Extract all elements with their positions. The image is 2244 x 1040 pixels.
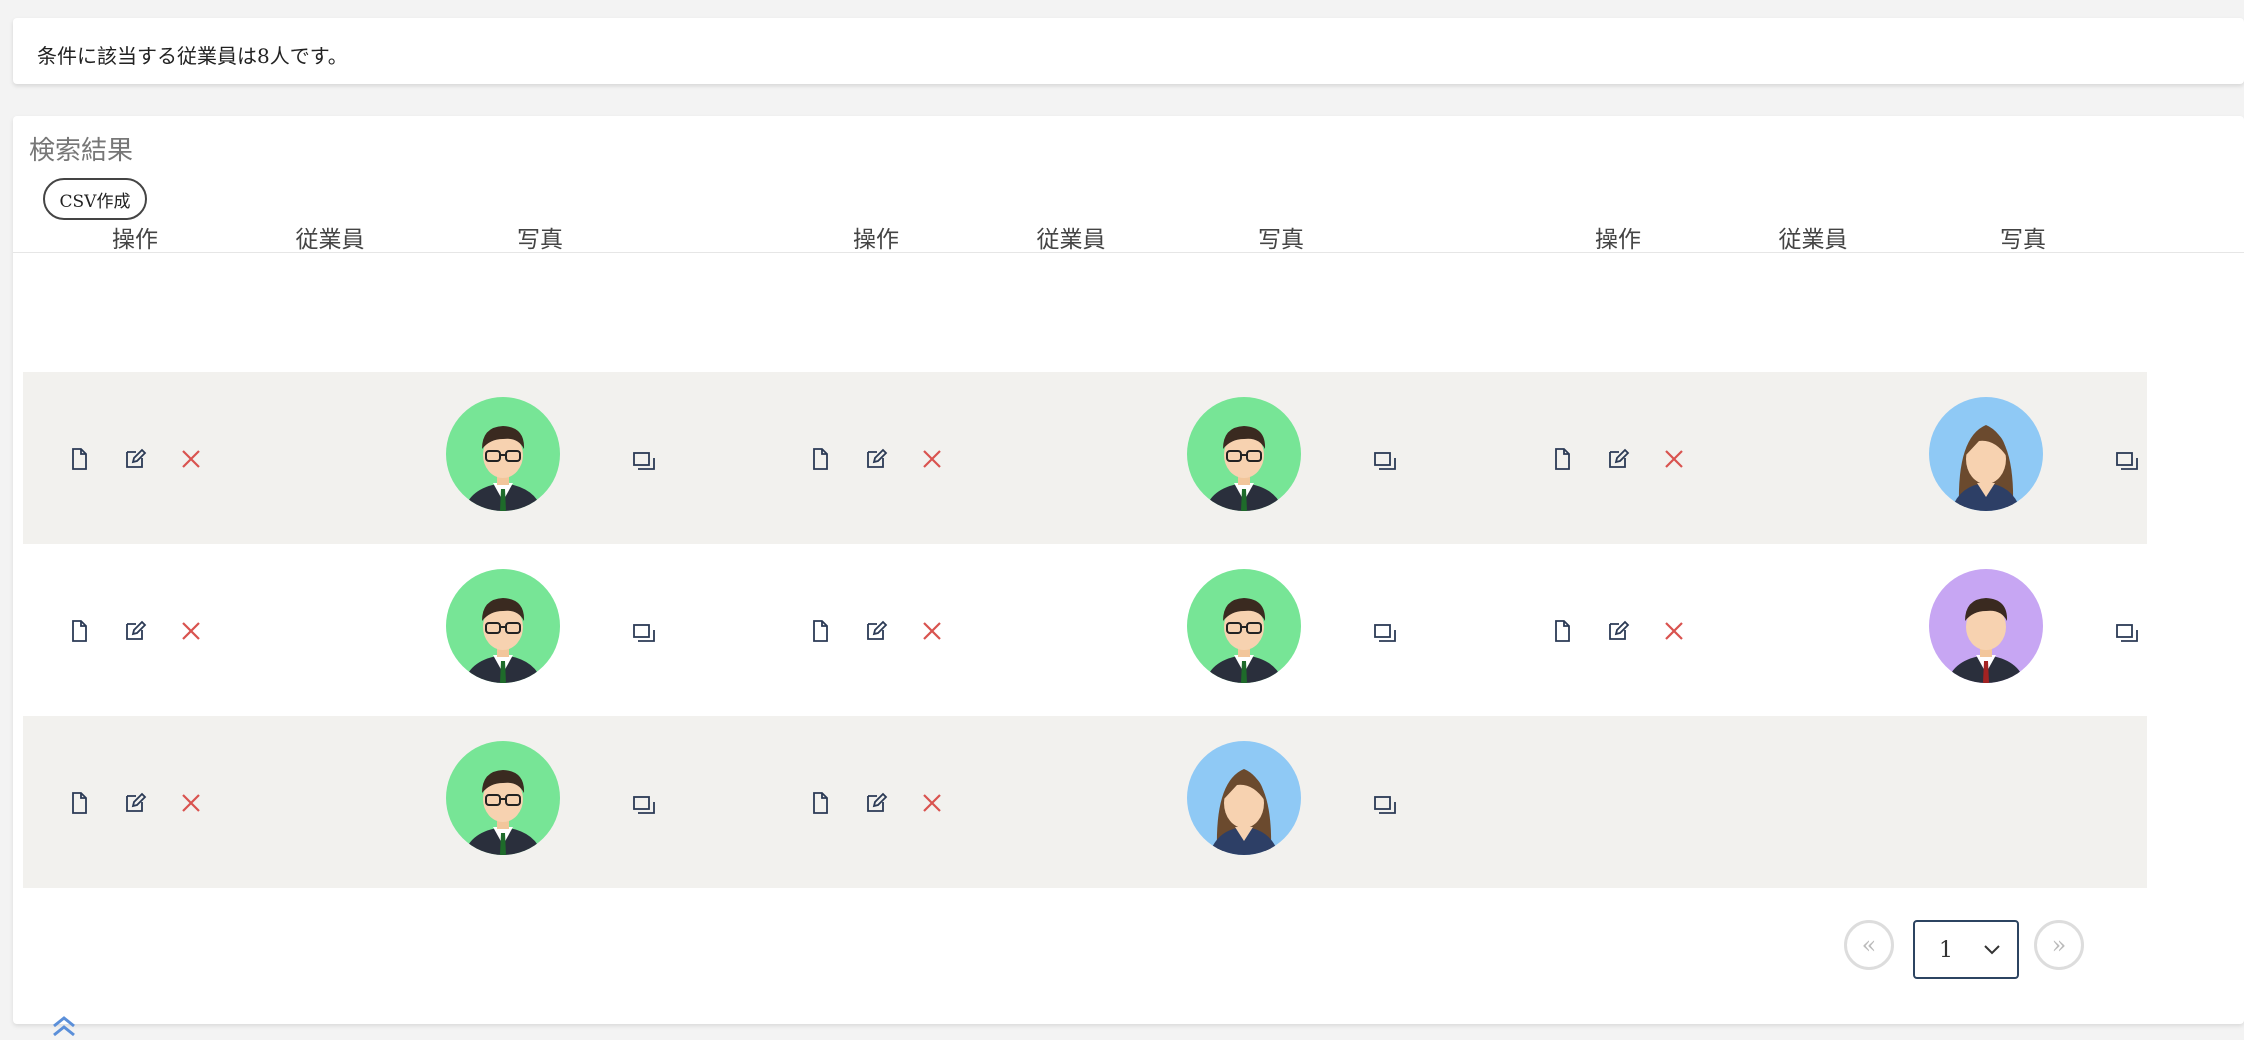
avatar	[1929, 569, 2043, 683]
edit-icon[interactable]	[1606, 447, 1630, 471]
edit-icon[interactable]	[123, 619, 147, 643]
result-count-message: 条件に該当する従業員は8人です。	[37, 44, 348, 68]
employee-cell: 時短 勤務0010アルバイト	[1518, 544, 2178, 716]
photo-gallery-icon[interactable]	[632, 794, 656, 816]
result-count-card: 条件に該当する従業員は8人です。	[13, 18, 2244, 84]
document-icon[interactable]	[67, 791, 91, 815]
employee-cell: 中部 太郎0005正規社員	[776, 544, 1436, 716]
column-header-photo: 写真	[1258, 227, 1304, 253]
employee-cell: 柔軟 勤務0004正規社員	[35, 544, 695, 716]
double-chevron-up-icon[interactable]	[50, 1014, 78, 1038]
employee-cell: 時給 花子0003アルバイト	[1518, 372, 2178, 544]
close-icon[interactable]	[179, 619, 203, 643]
close-icon[interactable]	[179, 791, 203, 815]
page-select-value: 1	[1939, 938, 1953, 963]
photo-gallery-icon[interactable]	[1373, 794, 1397, 816]
column-header-photo: 写真	[2000, 227, 2046, 253]
photo-gallery-icon[interactable]	[632, 622, 656, 644]
edit-icon[interactable]	[123, 447, 147, 471]
photo-gallery-icon[interactable]	[2115, 450, 2139, 472]
avatar	[446, 741, 560, 855]
document-icon[interactable]	[808, 447, 832, 471]
document-icon[interactable]	[1550, 447, 1574, 471]
csv-create-button[interactable]: CSV作成	[43, 178, 147, 220]
avatar	[446, 569, 560, 683]
edit-icon[interactable]	[864, 619, 888, 643]
document-icon[interactable]	[67, 619, 91, 643]
avatar	[1187, 397, 1301, 511]
edit-icon[interactable]	[1606, 619, 1630, 643]
document-icon[interactable]	[808, 619, 832, 643]
document-icon[interactable]	[808, 791, 832, 815]
avatar	[446, 397, 560, 511]
photo-gallery-icon[interactable]	[2115, 622, 2139, 644]
document-icon[interactable]	[67, 447, 91, 471]
close-icon[interactable]	[1662, 447, 1686, 471]
close-icon[interactable]	[920, 791, 944, 815]
column-header-operation: 操作	[1595, 227, 1641, 253]
column-header-photo: 写真	[517, 227, 563, 253]
document-icon[interactable]	[1550, 619, 1574, 643]
employee-cell: 変形 太郎HENKEI正規社員	[35, 716, 695, 888]
chevron-down-icon	[1984, 945, 2000, 955]
edit-icon[interactable]	[864, 447, 888, 471]
page-select[interactable]: 1	[1913, 920, 2019, 979]
prev-page-button[interactable]: «	[1844, 920, 1894, 970]
section-title: 検索結果	[29, 136, 134, 166]
close-icon[interactable]	[920, 447, 944, 471]
avatar	[1187, 569, 1301, 683]
edit-icon[interactable]	[864, 791, 888, 815]
close-icon[interactable]	[920, 619, 944, 643]
photo-gallery-icon[interactable]	[1373, 450, 1397, 472]
column-header-operation: 操作	[112, 227, 158, 253]
next-page-button[interactable]: »	[2034, 920, 2084, 970]
employee-cell: 勤怠 順太0002正規社員	[776, 372, 1436, 544]
employee-cell: Artemis店舗所属SANTEIアルバイト	[776, 716, 1436, 888]
close-icon[interactable]	[1662, 619, 1686, 643]
double-chevron-right-icon: »	[2051, 931, 2067, 959]
column-header-employee: 従業員	[1036, 227, 1106, 253]
column-header-employee: 従業員	[1778, 227, 1848, 253]
avatar	[1187, 741, 1301, 855]
photo-gallery-icon[interactable]	[1373, 622, 1397, 644]
double-chevron-left-icon: «	[1861, 931, 1877, 959]
column-header-employee: 従業員	[295, 227, 365, 253]
employee-cell: 勤怠 太郎0001役員	[35, 372, 695, 544]
edit-icon[interactable]	[123, 791, 147, 815]
avatar	[1929, 397, 2043, 511]
close-icon[interactable]	[179, 447, 203, 471]
photo-gallery-icon[interactable]	[632, 450, 656, 472]
column-header-operation: 操作	[853, 227, 899, 253]
